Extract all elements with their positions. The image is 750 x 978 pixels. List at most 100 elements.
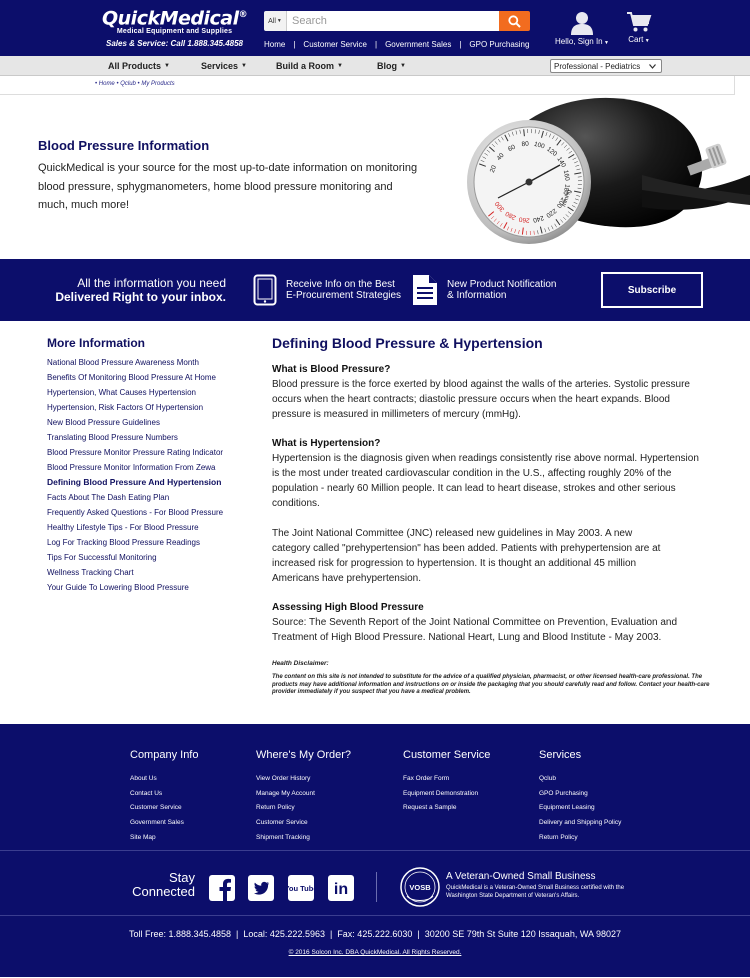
footer-link[interactable]: Fax Order Form bbox=[403, 772, 490, 787]
sidebar-link[interactable]: Facts About The Dash Eating Plan bbox=[47, 490, 247, 505]
hero-section: Blood Pressure Information QuickMedical … bbox=[0, 95, 750, 259]
chevron-down-icon bbox=[649, 63, 656, 69]
section-heading-hypertension: What is Hypertension? bbox=[272, 438, 381, 449]
footer-divider bbox=[0, 915, 750, 916]
section-heading-assessing: Assessing High Blood Pressure bbox=[272, 602, 424, 613]
facebook-link[interactable] bbox=[208, 874, 236, 902]
sidebar-link[interactable]: Hypertension, Risk Factors Of Hypertensi… bbox=[47, 400, 247, 415]
footer-link[interactable]: Return Policy bbox=[256, 801, 351, 816]
document-icon bbox=[413, 275, 437, 305]
menu-build-a-room[interactable]: Build a Room ▼ bbox=[276, 61, 343, 71]
footer-link[interactable]: Return Policy bbox=[539, 831, 621, 846]
top-nav: Home | Customer Service | Government Sales… bbox=[264, 40, 530, 49]
logo[interactable]: QuickMedical® Medical Equipment and Supp… bbox=[102, 6, 248, 48]
specialty-select[interactable]: Professional - Pediatrics bbox=[550, 59, 662, 73]
cart-label: Cart bbox=[628, 35, 644, 44]
disclaimer-heading: Health Disclaimer: bbox=[272, 660, 329, 667]
search-category-label: All bbox=[268, 17, 276, 25]
subscribe-button[interactable]: Subscribe bbox=[601, 272, 703, 308]
sidebar-link[interactable]: Defining Blood Pressure And Hypertension bbox=[47, 475, 247, 490]
stay-line1: Stay bbox=[168, 870, 195, 885]
menu-blog[interactable]: Blog ▼ bbox=[377, 61, 406, 71]
registered-mark: ® bbox=[238, 10, 248, 20]
sidebar-link[interactable]: Healthy Lifestyle Tips - For Blood Press… bbox=[47, 520, 247, 535]
footer-link[interactable]: View Order History bbox=[256, 772, 351, 787]
search-button[interactable] bbox=[499, 11, 530, 31]
youtube-link[interactable]: You Tube bbox=[287, 874, 315, 902]
sidebar-link[interactable]: National Blood Pressure Awareness Month bbox=[47, 355, 247, 370]
footer-link[interactable]: Customer Service bbox=[130, 801, 198, 816]
nav-gpo-purchasing[interactable]: GPO Purchasing bbox=[469, 40, 529, 49]
breadcrumb-bar: • Home • Qclub • My Products bbox=[0, 76, 735, 95]
menu-all-products[interactable]: All Products ▼ bbox=[108, 61, 170, 71]
search-input[interactable] bbox=[287, 11, 499, 31]
footer-link[interactable]: About Us bbox=[130, 772, 198, 787]
footer-link[interactable]: Customer Service bbox=[256, 816, 351, 831]
veteran-title: A Veteran-Owned Small Business bbox=[446, 871, 596, 882]
footer-col-customer-service: Customer Service Fax Order Form Equipmen… bbox=[403, 749, 490, 816]
sidebar-link[interactable]: Tips For Successful Monitoring bbox=[47, 550, 247, 565]
footer-col-order: Where's My Order? View Order History Man… bbox=[256, 749, 351, 846]
sidebar-link[interactable]: New Blood Pressure Guidelines bbox=[47, 415, 247, 430]
menu-services[interactable]: Services ▼ bbox=[201, 61, 247, 71]
newsletter-item2-text: New Product Notification & Information bbox=[447, 278, 557, 302]
tablet-icon bbox=[253, 274, 277, 306]
chevron-down-icon: ▼ bbox=[276, 18, 282, 24]
linkedin-icon: in bbox=[328, 875, 354, 901]
footer-link[interactable]: Contact Us bbox=[130, 787, 198, 802]
sidebar-link[interactable]: Your Guide To Lowering Blood Pressure bbox=[47, 580, 247, 595]
footer-link[interactable]: Shipment Tracking bbox=[256, 831, 351, 846]
footer-link[interactable]: Qclub bbox=[539, 772, 621, 787]
footer-col-title: Customer Service bbox=[403, 749, 491, 761]
footer-link[interactable]: Request a Sample bbox=[403, 801, 490, 816]
sidebar-link[interactable]: Translating Blood Pressure Numbers bbox=[47, 430, 247, 445]
footer-col-title: Services bbox=[539, 749, 582, 761]
search-category-select[interactable]: All ▼ bbox=[264, 11, 287, 31]
footer-link[interactable]: Site Map bbox=[130, 831, 198, 846]
linkedin-link[interactable]: in bbox=[327, 874, 355, 902]
footer-link[interactable]: Equipment Leasing bbox=[539, 801, 621, 816]
footer-vertical-divider bbox=[376, 872, 377, 902]
sidebar-link[interactable]: Hypertension, What Causes Hypertension bbox=[47, 385, 247, 400]
menu-build-a-room-label: Build a Room bbox=[276, 61, 334, 71]
account-menu[interactable]: Hello, Sign In ▼ bbox=[553, 11, 611, 46]
caret-down-icon: ▼ bbox=[241, 63, 247, 69]
sidebar-link[interactable]: Blood Pressure Monitor Information From … bbox=[47, 460, 247, 475]
nav-home[interactable]: Home bbox=[264, 40, 285, 49]
sidebar-title: More Information bbox=[47, 336, 145, 350]
gauge-label: 260 bbox=[518, 215, 530, 223]
newsletter-band: All the information you need Delivered R… bbox=[0, 259, 750, 321]
footer-link[interactable]: Manage My Account bbox=[256, 787, 351, 802]
sidebar-links: National Blood Pressure Awareness Month B… bbox=[47, 355, 247, 595]
stay-line2: Connected bbox=[132, 884, 195, 899]
breadcrumb[interactable]: • Home • Qclub • My Products bbox=[95, 81, 175, 87]
nav-customer-service[interactable]: Customer Service bbox=[303, 40, 367, 49]
caret-down-icon: ▼ bbox=[164, 63, 170, 69]
footer-link[interactable]: GPO Purchasing bbox=[539, 787, 621, 802]
twitter-icon bbox=[248, 875, 274, 901]
cart-button[interactable]: Cart ▼ bbox=[624, 11, 654, 44]
sidebar-link[interactable]: Wellness Tracking Chart bbox=[47, 565, 247, 580]
sidebar-link[interactable]: Benefits Of Monitoring Blood Pressure At… bbox=[47, 370, 247, 385]
stay-connected: Stay Connected bbox=[129, 871, 195, 899]
sidebar-link[interactable]: Log For Tracking Blood Pressure Readings bbox=[47, 535, 247, 550]
menu-all-products-label: All Products bbox=[108, 61, 162, 71]
gauge-label: 80 bbox=[521, 141, 529, 149]
caret-down-icon: ▼ bbox=[400, 63, 406, 69]
section-heading-blood-pressure: What is Blood Pressure? bbox=[272, 364, 391, 375]
footer-link[interactable]: Equipment Demonstration bbox=[403, 787, 490, 802]
logo-tagline: Medical Equipment and Supplies bbox=[116, 28, 233, 36]
chevron-down-icon: ▼ bbox=[602, 40, 609, 46]
footer-copyright[interactable]: © 2016 Solcon Inc. DBA QuickMedical. All… bbox=[0, 949, 750, 956]
twitter-link[interactable] bbox=[247, 874, 275, 902]
search-bar: All ▼ bbox=[264, 11, 530, 31]
nav-government-sales[interactable]: Government Sales bbox=[385, 40, 451, 49]
footer-link[interactable]: Government Sales bbox=[130, 816, 198, 831]
footer-link[interactable]: Delivery and Shipping Policy bbox=[539, 816, 621, 831]
sidebar-link[interactable]: Blood Pressure Monitor Pressure Rating I… bbox=[47, 445, 247, 460]
sidebar-link[interactable]: Frequently Asked Questions - For Blood P… bbox=[47, 505, 247, 520]
facebook-icon bbox=[209, 875, 235, 901]
youtube-icon: You Tube bbox=[288, 875, 314, 901]
user-icon bbox=[571, 12, 593, 35]
chevron-down-icon: ▼ bbox=[643, 38, 650, 44]
